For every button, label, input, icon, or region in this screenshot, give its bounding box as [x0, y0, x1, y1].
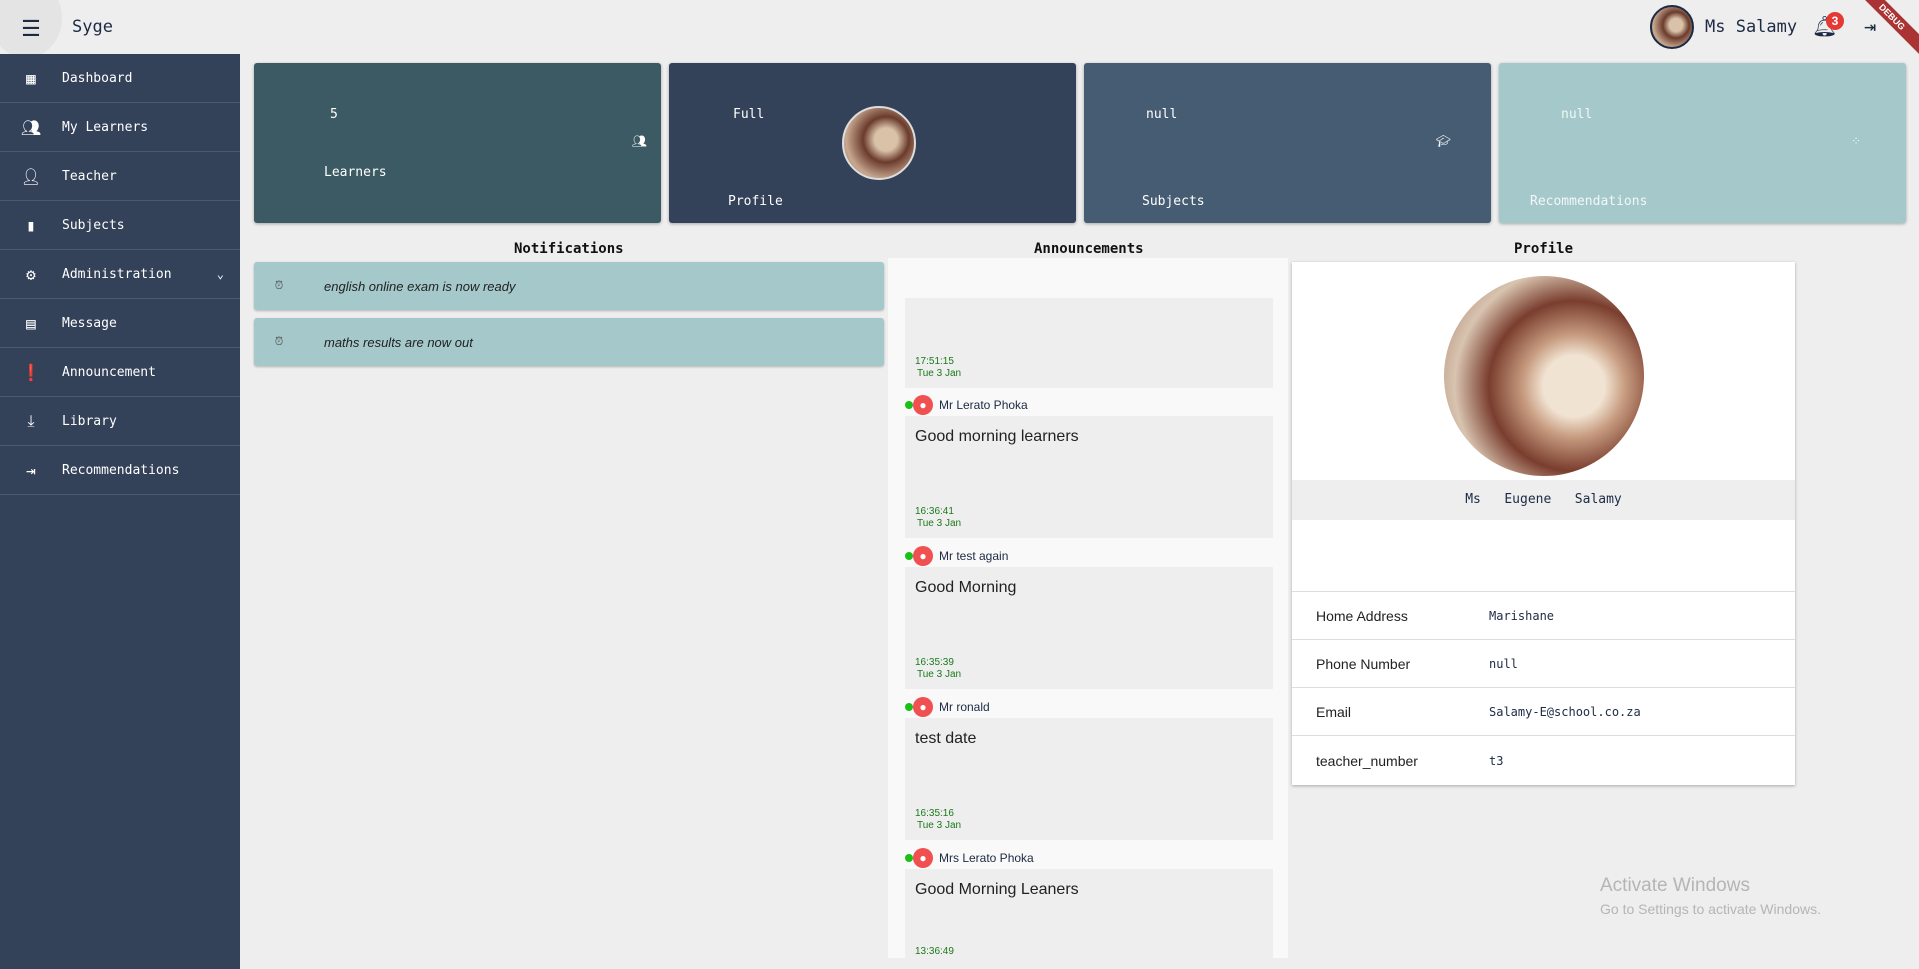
message-icon: ▤ [26, 313, 36, 333]
sidebar-item-label: My Learners [62, 119, 149, 135]
person-icon: ● [913, 395, 933, 415]
person-icon: ● [913, 697, 933, 717]
announcement-icon: ❗ [21, 362, 41, 382]
person-icon: ● [913, 848, 933, 868]
windows-activation-watermark: Activate Windows Go to Settings to activ… [1600, 875, 1821, 917]
sidebar-item-label: Administration [62, 266, 172, 282]
top-bar: ☰ Syge Ms Salamy 🔔︎ 3 ⇥ DEBUG [0, 0, 1919, 61]
notification-text: english online exam is now ready [324, 278, 516, 294]
announcement-time: 16:36:41 Tue 3 Jan [915, 506, 962, 529]
user-profile-button[interactable]: Ms Salamy [1650, 5, 1797, 49]
sidebar-item-dashboard[interactable]: ▦ Dashboard [0, 54, 240, 103]
person-add-icon: 👤︎ [20, 166, 42, 186]
bubbles-icon: ⁘ [1850, 134, 1861, 148]
people-icon: 👥︎ [631, 134, 647, 148]
sidebar-item-teacher[interactable]: 👤︎ Teacher [0, 152, 240, 201]
announcement-time: 13:36:49 [915, 946, 954, 957]
learners-card[interactable]: 5 Learners 👥︎ [254, 63, 661, 223]
online-dot [905, 401, 913, 409]
person-icon: ● [913, 546, 933, 566]
menu-icon[interactable]: ☰ [0, 0, 62, 58]
sidebar-item-my-learners[interactable]: 👥︎ My Learners [0, 103, 240, 152]
profile-row-email: Email Salamy-E@school.co.za [1292, 687, 1795, 735]
subjects-card[interactable]: null Subjects 🎓︎ [1084, 63, 1491, 223]
sidebar-item-subjects[interactable]: ▮ Subjects [0, 201, 240, 250]
sidebar-item-label: Teacher [62, 168, 117, 184]
book-icon: ▮ [26, 215, 36, 235]
announcements-list[interactable]: 17:51:15 Tue 3 Jan ● Mr Lerato Phoka Good … [888, 258, 1288, 958]
app-title: Syge [72, 17, 113, 37]
announcement-message: Good Morning Leaners [915, 881, 1079, 898]
announcement-author: ● Mr ronald [905, 697, 990, 717]
card-label: Subjects [1142, 194, 1205, 209]
announcement-card: 17:51:15 Tue 3 Jan [905, 298, 1273, 388]
card-value: Full [733, 107, 765, 122]
sidebar-item-label: Message [62, 315, 117, 331]
sidebar-item-label: Dashboard [62, 70, 133, 86]
card-value: null [1146, 107, 1178, 122]
profile-row-teacher-number: teacher_number t3 [1292, 735, 1795, 785]
announcement-card: Good Morning Leaners 13:36:49 [905, 869, 1273, 958]
online-dot [905, 854, 913, 862]
download-icon: ⤓ [27, 411, 35, 430]
announcement-time: 16:35:39 Tue 3 Jan [915, 657, 962, 680]
sidebar-item-library[interactable]: ⤓ Library [0, 397, 240, 446]
online-dot [905, 552, 913, 560]
notification-item[interactable]: ⏰︎ maths results are now out [254, 318, 884, 366]
announcement-author: ● Mr Lerato Phoka [905, 395, 1028, 415]
announcement-message: test date [915, 730, 977, 747]
profile-row-home-address: Home Address Marishane [1292, 591, 1795, 639]
sidebar-item-recommendations[interactable]: ⇥ Recommendations [0, 446, 240, 495]
recommendations-card[interactable]: null Recommendations ⁘ [1499, 63, 1906, 223]
sidebar-item-label: Recommendations [62, 462, 180, 478]
card-value: 5 [330, 107, 338, 122]
logout-icon[interactable]: ⇥ [1864, 14, 1876, 38]
announcement-time: 16:35:16 Tue 3 Jan [915, 808, 962, 831]
profile-photo [1444, 276, 1644, 476]
profile-full-name: Ms Eugene Salamy [1292, 480, 1795, 520]
announcement-time: 17:51:15 Tue 3 Jan [915, 356, 962, 379]
announcement-message: Good Morning [915, 579, 1017, 596]
announcement-card: Good morning learners 16:36:41 Tue 3 Jan [905, 416, 1273, 538]
alarm-icon: ⏰︎ [274, 335, 284, 348]
announcements-heading: Announcements [1034, 241, 1144, 257]
notification-text: maths results are now out [324, 334, 473, 350]
announcement-card: Good Morning 16:35:39 Tue 3 Jan [905, 567, 1273, 689]
avatar [1650, 5, 1694, 49]
online-dot [905, 703, 913, 711]
sidebar-item-announcement[interactable]: ❗ Announcement [0, 348, 240, 397]
card-value: null [1561, 107, 1593, 122]
profile-heading: Profile [1514, 241, 1574, 257]
sidebar-item-administration[interactable]: ⚙ Administration ⌄ [0, 250, 240, 299]
sidebar-item-label: Library [62, 413, 117, 429]
profile-card[interactable]: Full Profile [669, 63, 1076, 223]
alarm-icon: ⏰︎ [274, 279, 284, 292]
debug-banner: DEBUG [1848, 0, 1919, 61]
profile-row-phone: Phone Number null [1292, 639, 1795, 687]
recommend-icon: ⇥ [26, 460, 36, 480]
people-icon: 👥︎ [20, 117, 42, 137]
sidebar-item-label: Announcement [62, 364, 156, 380]
notification-badge: 3 [1826, 12, 1844, 30]
user-name: Ms Salamy [1705, 17, 1798, 37]
dashboard-icon: ▦ [26, 68, 36, 88]
notification-item[interactable]: ⏰︎ english online exam is now ready [254, 262, 884, 310]
notifications-heading: Notifications [514, 241, 624, 257]
card-label: Profile [728, 194, 783, 209]
card-label: Recommendations [1530, 194, 1648, 209]
profile-panel: Ms Eugene Salamy Home Address Marishane P… [1292, 262, 1795, 785]
sidebar: ▦ Dashboard 👥︎ My Learners 👤︎ Teacher ▮ Subj… [0, 54, 240, 969]
card-label: Learners [324, 165, 387, 180]
chevron-down-icon[interactable]: ⌄ [217, 267, 224, 281]
announcement-author: ● Mrs Lerato Phoka [905, 848, 1034, 868]
graduation-cap-icon: 🎓︎ [1435, 134, 1451, 148]
sidebar-item-label: Subjects [62, 217, 125, 233]
announcement-author: ● Mr test again [905, 546, 1008, 566]
admin-icon: ⚙ [26, 264, 36, 284]
announcement-card: test date 16:35:16 Tue 3 Jan [905, 718, 1273, 840]
sidebar-item-message[interactable]: ▤ Message [0, 299, 240, 348]
announcement-message: Good morning learners [915, 428, 1079, 445]
avatar [842, 106, 916, 180]
